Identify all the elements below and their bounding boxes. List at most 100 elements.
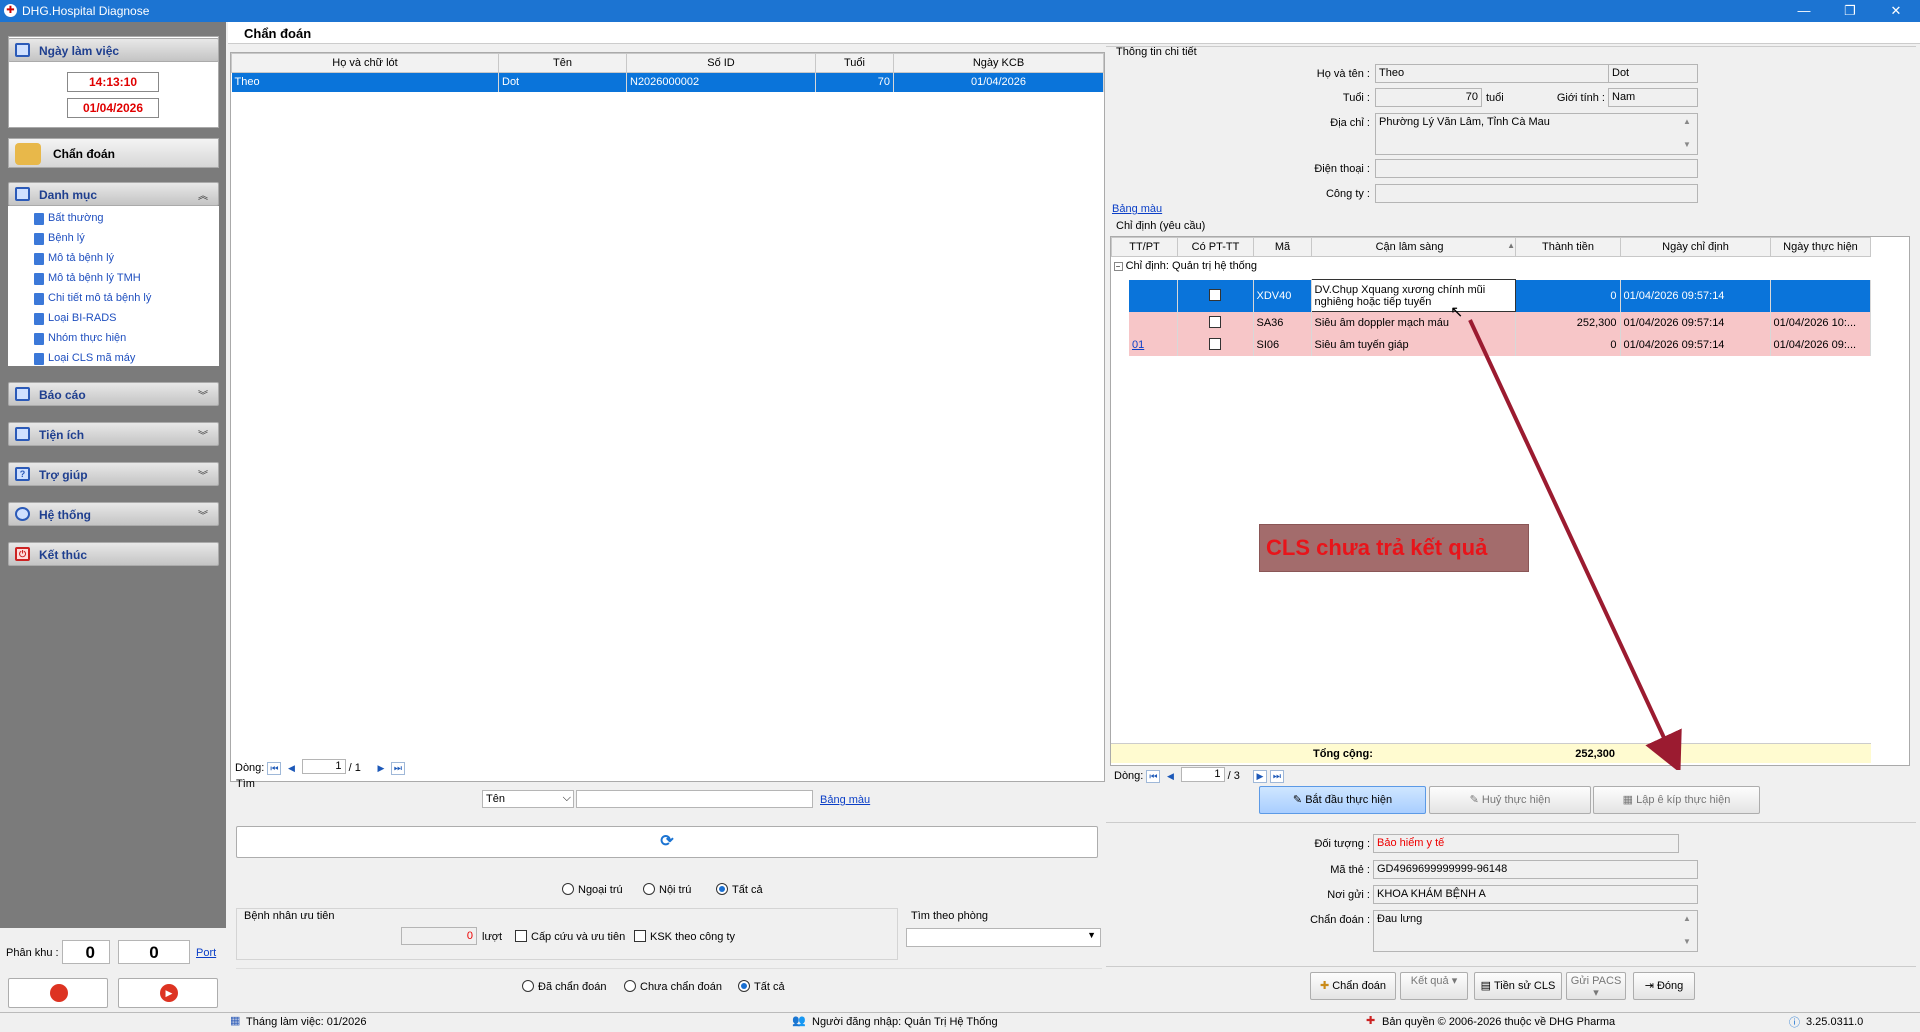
work-day-header[interactable]: Ngày làm việc [8,38,219,62]
sidebar-item-benh-ly[interactable]: Bệnh lý [34,232,85,248]
pager-separator: / [1227,770,1231,782]
color-table-link[interactable]: Bảng màu [820,794,870,806]
checkbox-icon[interactable] [1209,289,1221,301]
radio-chua-chan-doan[interactable]: Chưa chẩn đoán [624,980,722,993]
tt-link[interactable]: 01 [1132,339,1144,351]
reports-header[interactable]: Báo cáo ︾ [8,382,219,406]
next-page-icon[interactable]: ▶ [374,763,388,776]
checkbox-icon[interactable] [1209,338,1221,350]
sidebar-item-nhom-thuc-hien[interactable]: Nhóm thực hiện [34,332,126,348]
emergency-checkbox[interactable]: Cấp cứu và ưu tiên [515,930,625,943]
page-input[interactable]: 1 [1180,767,1225,782]
first-page-icon[interactable]: ⏮ [267,762,282,775]
help-header[interactable]: ? Trợ giúp ︾ [8,462,219,486]
card-field[interactable]: GD4969699999999-96148 [1373,860,1698,879]
search-field-select[interactable]: Tên ⌵ [482,790,574,808]
sidebar-item-chi-tiet-mo-ta[interactable]: Chi tiết mô tả bệnh lý [34,292,151,308]
diagnose-button[interactable]: ✚ Chẩn đoán [1310,972,1396,1000]
radio-ngoai-tru[interactable]: Ngoại trú [562,883,623,896]
col-co-pt-tt[interactable]: Có PT-TT [1177,237,1254,257]
diag-field[interactable]: Đau lưng [1373,910,1698,952]
restore-button[interactable]: ❐ [1827,0,1873,22]
from-field[interactable]: KHOA KHÁM BỆNH A [1373,885,1698,904]
mouse-cursor-icon: ↖ [1450,304,1464,321]
result-button[interactable]: Kết quả ▾ [1400,972,1468,1000]
col-ngay-chi-dinh[interactable]: Ngày chỉ định [1620,237,1771,257]
radio-tat-ca[interactable]: Tất cả [716,883,763,896]
sidebar-item-mo-ta-benh-ly-tmh[interactable]: Mô tả bệnh lý TMH [34,272,141,288]
zone-spinner-2[interactable]: 0 [118,940,190,964]
radio-noi-tru[interactable]: Nội trú [643,883,691,896]
col-ngay-thuc-hien[interactable]: Ngày thực hiện [1770,237,1871,257]
cell: 01/04/2026 10:... [1770,311,1871,334]
sidebar-item-bat-thuong[interactable]: Bất thường [34,212,104,228]
scroll-up-icon[interactable]: ▲ [1683,914,1691,923]
first-name-field[interactable]: Theo [1375,64,1609,83]
col-ma[interactable]: Mã [1253,237,1312,257]
detail-color-link[interactable]: Bảng màu [1112,203,1162,215]
col-tt-pt[interactable]: TT/PT [1111,237,1178,257]
col-ho-lot[interactable]: Họ và chữ lót [231,53,499,73]
history-button[interactable]: ▤ Tiền sử CLS [1474,972,1562,1000]
gender-field[interactable]: Nam [1608,88,1698,107]
last-page-icon[interactable]: ⏭ [390,762,405,775]
object-field[interactable]: Bảo hiểm y tế [1373,834,1679,853]
sidebar-item-loai-cls[interactable]: Loại CLS mã máy [34,352,135,368]
port-link[interactable]: Port [196,947,216,959]
pacs-button[interactable]: Gửi PACS ▾ [1566,972,1626,1000]
search-input[interactable] [576,790,813,808]
prev-page-icon[interactable]: ◀ [284,763,298,776]
group-row[interactable]: − Chỉ định: Quản trị hệ thống [1112,257,1871,276]
checkbox-icon [634,930,646,942]
col-ten[interactable]: Tên [498,53,627,73]
col-ngay-kcb[interactable]: Ngày KCB [893,53,1104,73]
scroll-up-icon[interactable]: ▲ [1683,117,1691,126]
phone-field[interactable] [1375,159,1698,178]
tab-diagnose[interactable]: Chẩn đoán [244,26,311,41]
radio-label: Tất cả [754,981,785,993]
scroll-down-icon[interactable]: ▼ [1683,937,1691,946]
first-page-icon[interactable]: ⏮ [1146,770,1161,783]
age-field[interactable]: 70 [1375,88,1482,107]
col-so-id[interactable]: Số ID [626,53,816,73]
checkbox-icon[interactable] [1209,316,1221,328]
minimize-button[interactable]: — [1781,0,1827,22]
play-button[interactable]: ▶ [118,978,218,1008]
col-tuoi[interactable]: Tuổi [815,53,894,73]
radio-da-chan-doan[interactable]: Đã chẩn đoán [522,980,607,993]
scroll-down-icon[interactable]: ▼ [1683,140,1691,149]
ksk-checkbox[interactable]: KSK theo công ty [634,930,735,943]
table-row[interactable]: Theo Dot N2026000002 70 01/04/2026 [231,72,1104,92]
last-name-field[interactable]: Dot [1608,64,1698,83]
exit-header[interactable]: ⏻ Kết thúc [8,542,219,566]
col-thanh-tien[interactable]: Thành tiền [1515,237,1621,257]
collapse-group-icon[interactable]: − [1113,262,1123,272]
sidebar-item-diagnose[interactable]: Chẩn đoán [8,138,219,168]
zone-spinner-1[interactable]: 0 [62,940,110,964]
page-total: 3 [1233,770,1240,782]
sidebar-item-mo-ta-benh-ly[interactable]: Mô tả bệnh lý [34,252,114,268]
page-input[interactable]: 1 [301,759,346,774]
microphone-button[interactable] [8,978,108,1008]
radio-tat-ca-diag[interactable]: Tất cả [738,980,785,993]
next-page-icon[interactable]: ▶ [1252,770,1267,783]
system-header[interactable]: Hệ thống ︾ [8,502,219,526]
close-window-button[interactable]: ✕ [1873,0,1919,22]
refresh-button[interactable]: ⟳ [236,826,1098,858]
catalog-header[interactable]: Danh mục ︽ [8,182,219,206]
work-date: 01/04/2026 [67,98,159,118]
cancel-button[interactable]: ✎ Huỷ thực hiện [1429,786,1591,814]
start-button[interactable]: ✎ Bắt đầu thực hiện [1259,786,1426,814]
sidebar-item-loai-birads[interactable]: Loại BI-RADS [34,312,116,328]
last-page-icon[interactable]: ⏭ [1269,770,1284,783]
company-field[interactable] [1375,184,1698,203]
refresh-icon: ⟳ [660,833,674,850]
crew-button[interactable]: ▦ Lập ê kíp thực hiện [1593,786,1760,814]
prev-page-icon[interactable]: ◀ [1163,771,1177,784]
utilities-header[interactable]: Tiện ích ︾ [8,422,219,446]
expand-icon: ︾ [198,471,208,482]
col-can-lam-sang[interactable]: Cận lâm sàng ▲ [1311,237,1516,257]
close-button[interactable]: ⇥ Đóng [1633,972,1695,1000]
address-field[interactable]: Phường Lý Văn Lâm, Tỉnh Cà Mau [1375,113,1698,155]
room-select[interactable]: ▼ [906,928,1101,947]
